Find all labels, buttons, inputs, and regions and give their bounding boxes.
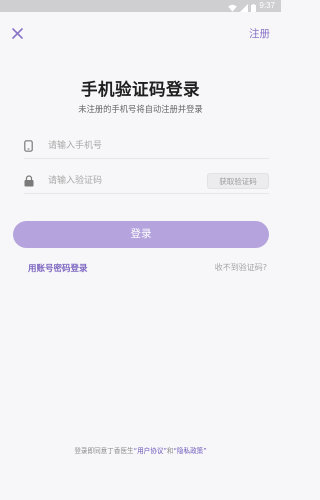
code-input[interactable] [44,171,207,191]
password-login-link[interactable]: 用账号密码登录 [28,262,88,274]
code-field-row: 获取验证码 [24,167,269,195]
page-title: 手机验证码登录 [81,80,200,99]
phone-input[interactable] [44,136,269,156]
lock-icon [24,173,44,189]
page-subtitle: 未注册的手机号将自动注册并登录 [78,104,203,114]
battery-icon [251,0,257,16]
privacy-policy-link[interactable]: “隐私政策” [173,447,206,455]
status-icons: 9:37 [228,1,275,12]
close-button[interactable] [10,26,24,40]
phone-icon [24,138,44,154]
user-agreement-link[interactable]: “用户协议” [134,447,167,455]
get-code-button[interactable]: 获取验证码 [207,173,269,189]
code-divider [24,193,269,194]
wifi-icon [228,0,238,16]
agreement-footer: 登录即同意丁香医生“用户协议”和“隐私政策” [0,445,281,455]
phone-field-row [24,132,269,160]
footer-prefix: 登录即同意丁香医生 [74,447,134,455]
login-button[interactable]: 登录 [13,221,269,248]
status-bar: 9:37 [0,0,281,12]
signal-icon [240,0,249,16]
close-icon [11,27,23,39]
phone-divider [24,158,269,159]
register-link[interactable]: 注册 [249,26,270,41]
no-code-link[interactable]: 收不到验证码? [215,262,267,273]
status-time: 9:37 [259,1,275,10]
